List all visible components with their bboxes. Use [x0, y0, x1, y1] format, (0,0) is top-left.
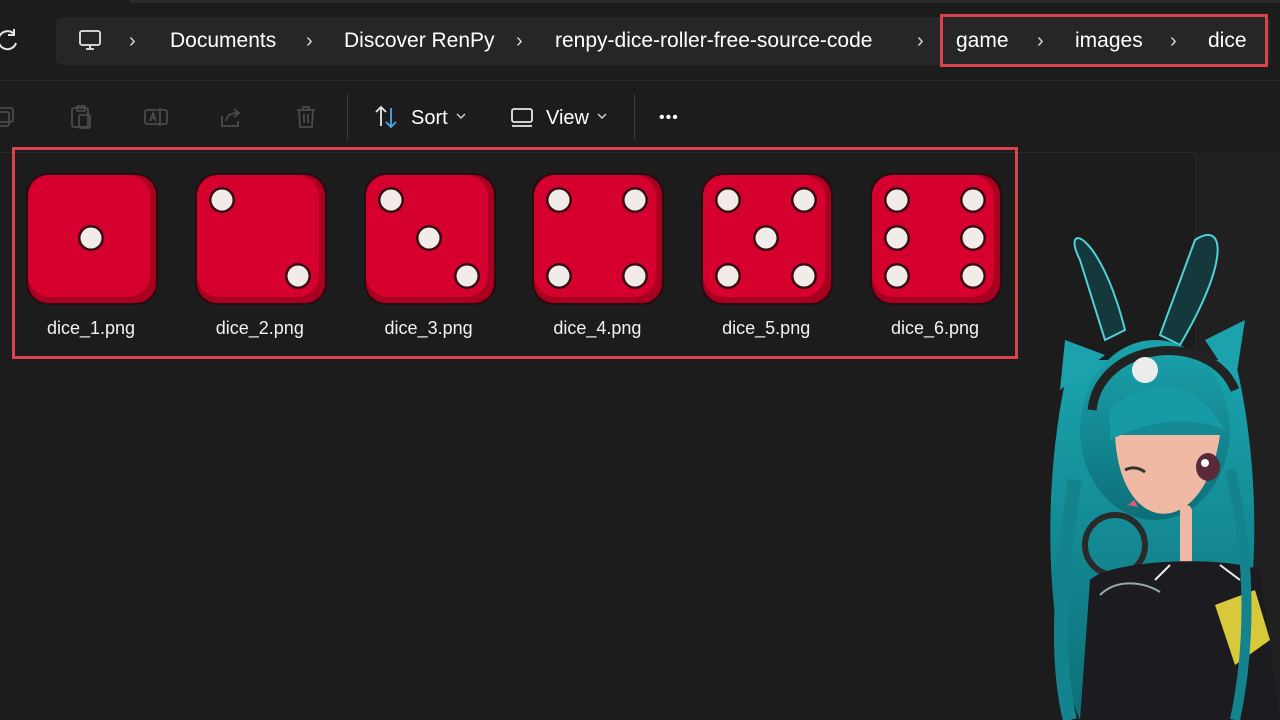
- toolbar-divider: [634, 94, 635, 140]
- breadcrumb-discover-renpy[interactable]: Discover RenPy: [344, 26, 495, 56]
- chevron-down-icon[interactable]: [455, 110, 467, 122]
- breadcrumb-separator[interactable]: ›: [129, 26, 136, 56]
- view-button[interactable]: View: [546, 104, 589, 132]
- chevron-down-icon[interactable]: [596, 110, 608, 122]
- refresh-icon[interactable]: [0, 26, 22, 54]
- window-top-edge: [130, 0, 1280, 3]
- breadcrumb-separator[interactable]: ›: [917, 26, 924, 56]
- toolbar-divider: [347, 94, 348, 140]
- view-icon[interactable]: [510, 104, 536, 130]
- command-bar: [0, 82, 1280, 153]
- files-highlight: [12, 147, 1018, 359]
- breadcrumb-documents[interactable]: Documents: [170, 26, 276, 56]
- breadcrumb-separator[interactable]: ›: [306, 26, 313, 56]
- breadcrumb-separator[interactable]: ›: [516, 26, 523, 56]
- delete-icon[interactable]: [293, 104, 319, 130]
- rename-icon[interactable]: [143, 104, 169, 130]
- sort-icon[interactable]: [373, 104, 399, 130]
- more-options-button[interactable]: •••: [659, 104, 679, 132]
- sort-button[interactable]: Sort: [411, 104, 448, 132]
- paste-icon[interactable]: [68, 104, 94, 130]
- computer-icon[interactable]: [78, 28, 102, 52]
- breadcrumb-highlight: [940, 14, 1268, 67]
- copy-icon[interactable]: [0, 104, 18, 130]
- share-icon[interactable]: [218, 104, 244, 130]
- avatar-illustration: [1050, 234, 1280, 720]
- breadcrumb-renpy-dice-roller[interactable]: renpy-dice-roller-free-source-code: [555, 26, 872, 56]
